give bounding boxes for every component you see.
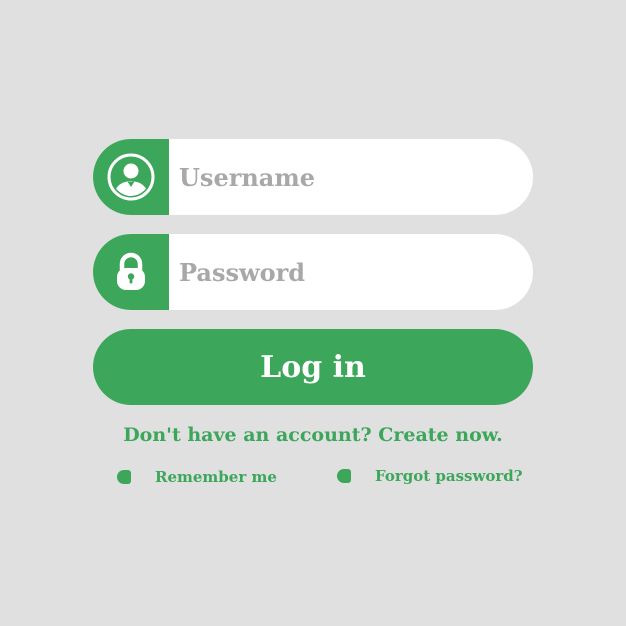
password-field[interactable] <box>93 234 533 310</box>
remember-me-option[interactable]: Remember me <box>117 468 277 486</box>
forgot-password-option[interactable]: Forgot password? <box>337 467 523 485</box>
user-icon <box>93 139 169 215</box>
remember-me-label: Remember me <box>155 468 277 486</box>
lock-icon <box>93 234 169 310</box>
remember-me-toggle[interactable] <box>117 470 131 484</box>
password-input[interactable] <box>169 234 509 310</box>
username-field[interactable] <box>93 139 533 215</box>
forgot-password-link[interactable]: Forgot password? <box>375 467 523 485</box>
username-input[interactable] <box>169 139 509 215</box>
login-button[interactable]: Log in <box>93 329 533 405</box>
create-account-link[interactable]: Don't have an account? Create now. <box>0 424 626 446</box>
forgot-password-marker <box>337 469 351 483</box>
